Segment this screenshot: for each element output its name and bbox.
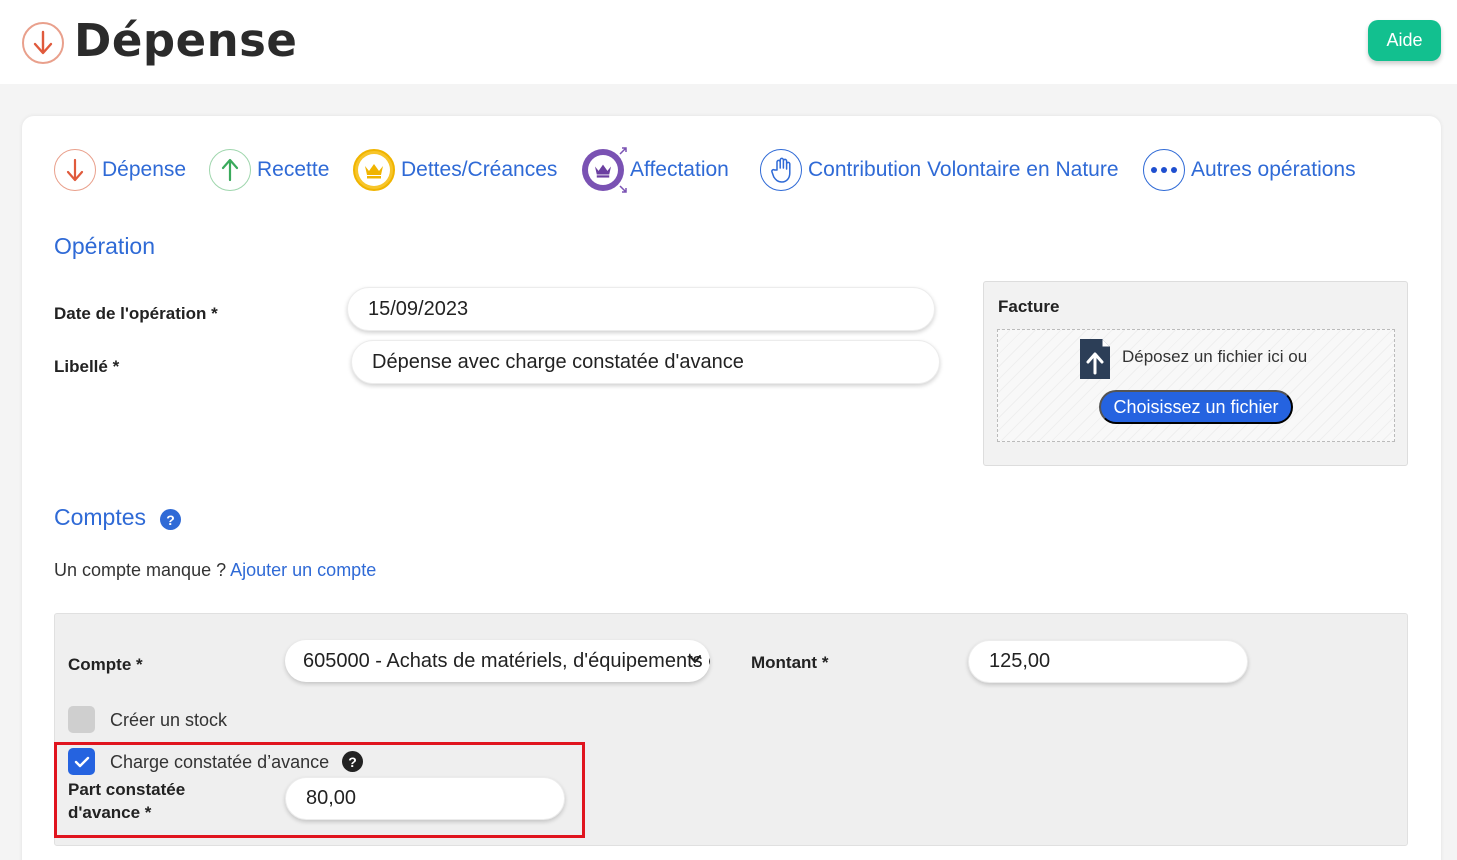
tab-contribution-volontaire[interactable]: Contribution Volontaire en Nature: [760, 148, 1119, 192]
chevron-down-icon: [689, 655, 701, 663]
tab-dettes-creances[interactable]: Dettes/Créances: [353, 148, 557, 192]
create-stock-checkbox[interactable]: [68, 706, 95, 733]
arrow-down-icon: [22, 22, 64, 64]
tab-autres-operations[interactable]: Autres opérations: [1143, 148, 1356, 192]
help-button[interactable]: Aide: [1368, 20, 1441, 61]
crown-transfer-icon: [582, 147, 627, 193]
dropzone-text: Déposez un fichier ici ou: [1122, 347, 1308, 366]
tab-recette[interactable]: Recette: [209, 148, 329, 192]
tab-depense[interactable]: Dépense: [54, 148, 186, 192]
hint-text: Un compte manque ?: [54, 560, 227, 580]
tab-label: Dépense: [102, 158, 187, 181]
montant-input[interactable]: 125,00: [968, 640, 1248, 683]
page-title: Dépense: [74, 14, 298, 67]
facture-title: Facture: [998, 297, 1060, 316]
montant-label: Montant *: [751, 653, 829, 672]
tab-label: Recette: [257, 158, 330, 181]
compte-select-value: 605000 - Achats de matériels, d'équipeme…: [303, 649, 710, 672]
facture-panel: Facture Déposez un fichier ici ou Choisi…: [983, 281, 1408, 466]
missing-account-hint: Un compte manque ? Ajouter un compte: [54, 560, 376, 581]
crown-icon: [353, 149, 395, 191]
compte-select[interactable]: 605000 - Achats de matériels, d'équipeme…: [285, 640, 710, 682]
compte-label: Compte *: [68, 655, 143, 674]
date-label: Date de l'opération *: [54, 304, 218, 323]
tab-label: Autres opérations: [1191, 158, 1356, 181]
arrow-down-icon: [54, 149, 96, 191]
tab-label: Dettes/Créances: [401, 158, 558, 181]
tab-affectation[interactable]: Affectation: [582, 147, 729, 193]
arrow-up-icon: [209, 149, 251, 191]
libelle-input[interactable]: Dépense avec charge constatée d'avance: [351, 340, 940, 384]
highlight-box: [54, 742, 585, 838]
file-dropzone[interactable]: Déposez un fichier ici ou Choisissez un …: [997, 329, 1395, 442]
tab-label: Contribution Volontaire en Nature: [808, 158, 1119, 181]
tab-label: Affectation: [630, 158, 729, 181]
help-circle-icon[interactable]: ?: [160, 509, 181, 530]
dots-icon: [1143, 149, 1185, 191]
libelle-label: Libellé *: [54, 357, 120, 376]
create-stock-label: Créer un stock: [110, 710, 228, 730]
section-title-operation: Opération: [54, 233, 156, 259]
date-input[interactable]: 15/09/2023: [347, 287, 935, 331]
file-upload-icon: [1078, 337, 1112, 386]
hand-icon: [760, 149, 802, 191]
add-account-link[interactable]: Ajouter un compte: [230, 560, 376, 580]
section-title-comptes: Comptes: [54, 504, 147, 530]
top-bar: Dépense Aide: [0, 0, 1457, 84]
choose-file-button[interactable]: Choisissez un fichier: [1099, 390, 1293, 424]
